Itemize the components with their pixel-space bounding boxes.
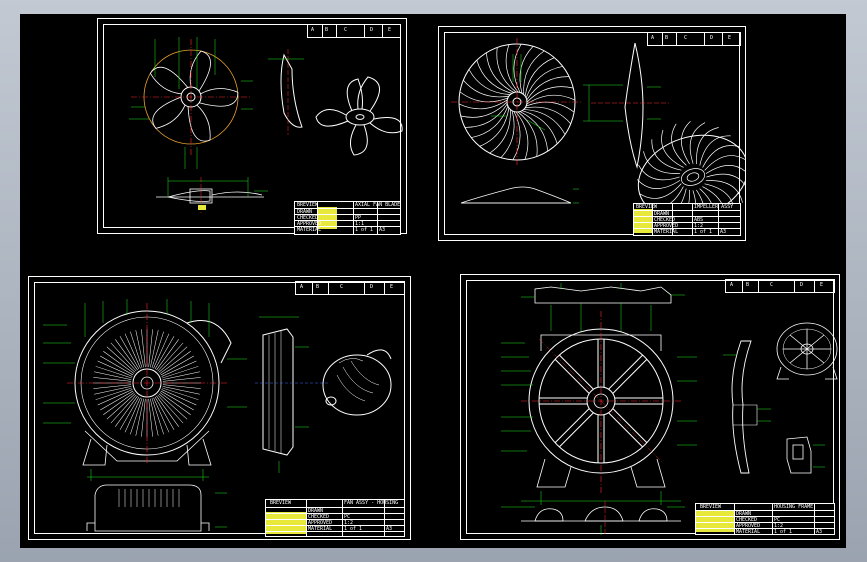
field-label: MATERIAL bbox=[297, 227, 322, 233]
impeller-side-profile bbox=[583, 42, 669, 169]
size-value: A3 bbox=[379, 227, 386, 233]
fan-side-profile bbox=[268, 49, 304, 135]
size-value: A3 bbox=[720, 229, 727, 235]
field-label: MATERIAL bbox=[654, 229, 679, 235]
sheet-axial-fan-blade[interactable]: A B C D E BREVIEW AXIAL FAN BLADE DRAWN … bbox=[97, 18, 407, 235]
sheet-number: 1 of 1 bbox=[694, 229, 713, 235]
sheet-number: 1 of 1 bbox=[774, 529, 793, 535]
drawing-title: FAN ASSY - HOUSING bbox=[344, 500, 399, 506]
title-block: BREVIEW IMPELLER ASSY DRAWN CHECKED APPR… bbox=[633, 203, 741, 236]
sheet-number: 1 of 1 bbox=[344, 526, 363, 532]
size-value: A3 bbox=[386, 526, 393, 532]
frame-side-view bbox=[723, 340, 771, 474]
housing-bottom-view bbox=[86, 476, 227, 532]
housing-isometric-view bbox=[322, 349, 392, 416]
sheet-centrifugal-impeller[interactable]: A B C D E BREVIEW IMPELLER ASSY DRAWN CH… bbox=[438, 26, 746, 241]
fan-front-view bbox=[129, 37, 253, 169]
drawing-title: HOUSING FRAME bbox=[774, 504, 814, 510]
sheet-fan-housing-frame[interactable]: A B C D E BREVIEW HOUSING FRAME DRAWN CH… bbox=[460, 274, 840, 540]
title-block: BREVIEW AXIAL FAN BLADE DRAWN CHECKED AP… bbox=[294, 201, 401, 235]
frame-top-view bbox=[521, 283, 685, 304]
drawing-title: IMPELLER ASSY bbox=[694, 204, 734, 210]
frame-section-view bbox=[501, 501, 685, 535]
company-name: BREVIEW bbox=[636, 204, 658, 210]
title-block: BREVIEW FAN ASSY - HOUSING DRAWN CHECKED… bbox=[265, 499, 405, 537]
housing-side-view bbox=[255, 316, 329, 473]
impeller-section-view bbox=[460, 186, 579, 204]
field-label: MATERIAL bbox=[736, 529, 761, 535]
sheet-number: 1 of 1 bbox=[355, 227, 374, 233]
company-name: BREVIEW bbox=[700, 504, 722, 510]
fan-section-view bbox=[156, 177, 268, 213]
impeller-front-view bbox=[451, 38, 583, 166]
sheet-fan-housing-assembly[interactable]: A B C D E BREVIEW FAN ASSY - HOUSING DRA… bbox=[28, 276, 411, 540]
frame-detail-view bbox=[786, 436, 825, 474]
title-block: BREVIEW HOUSING FRAME DRAWN CHECKED APPR… bbox=[695, 503, 835, 535]
frame-isometric-view bbox=[776, 322, 838, 380]
size-value: A3 bbox=[816, 529, 823, 535]
company-name: BREVIEW bbox=[270, 500, 292, 506]
housing-front-view bbox=[43, 299, 247, 481]
drawing-title: AXIAL FAN BLADE bbox=[355, 202, 401, 208]
fan-isometric-view bbox=[315, 76, 403, 156]
sheet-4-drawing bbox=[501, 283, 838, 535]
field-label: MATERIAL bbox=[308, 526, 333, 532]
frame-front-view bbox=[501, 303, 697, 505]
company-name: BREVIEW bbox=[297, 202, 319, 208]
cad-canvas[interactable]: A B C D E BREVIEW AXIAL FAN BLADE DRAWN … bbox=[20, 14, 846, 548]
